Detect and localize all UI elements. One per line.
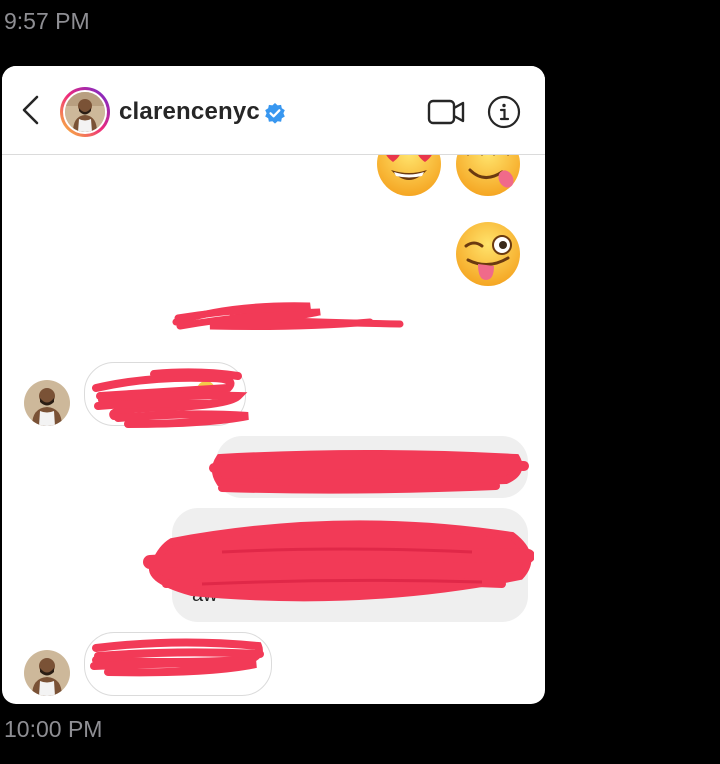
winking-tongue-emoji — [456, 222, 520, 286]
redacted-message — [143, 520, 534, 602]
avatar[interactable] — [60, 87, 110, 137]
chat-header: clarencenyc — [2, 66, 545, 155]
sender-avatar[interactable] — [24, 650, 70, 696]
timestamp-bottom: 10:00 PM — [4, 716, 103, 742]
redacted-message — [90, 638, 264, 677]
info-icon[interactable] — [487, 95, 521, 129]
sender-avatar[interactable] — [24, 380, 70, 426]
dm-conversation-screenshot: clarencenyc — [2, 66, 545, 704]
redacted-message — [92, 368, 249, 428]
timestamp-top: 9:57 PM — [4, 8, 90, 34]
video-camera-icon[interactable] — [427, 96, 467, 128]
chevron-left-icon[interactable] — [16, 94, 46, 126]
redacted-message — [172, 302, 404, 330]
verified-badge-icon — [265, 103, 285, 124]
redacted-message — [209, 450, 529, 494]
username[interactable]: clarencenyc — [119, 98, 260, 126]
